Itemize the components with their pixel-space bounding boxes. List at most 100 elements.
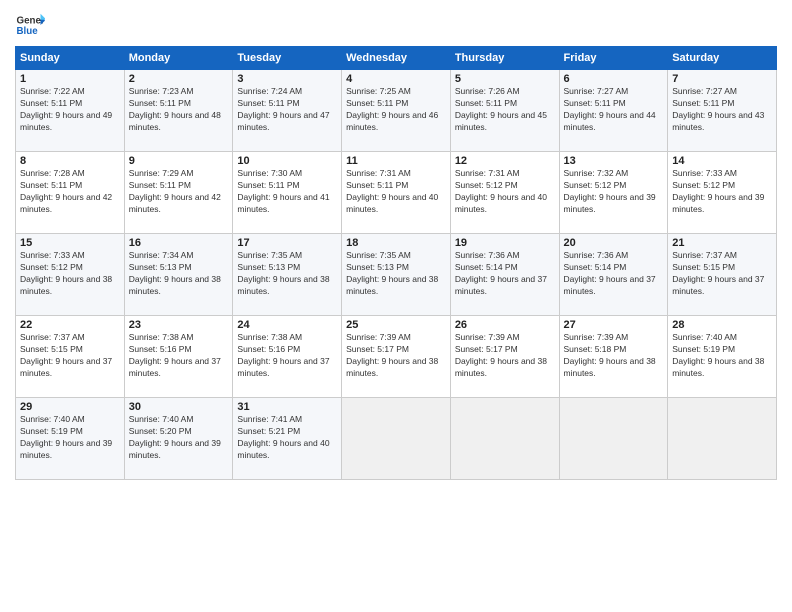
day-number: 14 xyxy=(672,155,772,167)
calendar-cell: 31Sunrise: 7:41 AM Sunset: 5:21 PM Dayli… xyxy=(233,398,342,480)
day-number: 16 xyxy=(129,237,229,249)
day-number: 10 xyxy=(237,155,337,167)
calendar-cell: 17Sunrise: 7:35 AM Sunset: 5:13 PM Dayli… xyxy=(233,234,342,316)
calendar-cell: 20Sunrise: 7:36 AM Sunset: 5:14 PM Dayli… xyxy=(559,234,668,316)
day-info: Sunrise: 7:40 AM Sunset: 5:20 PM Dayligh… xyxy=(129,414,229,462)
logo-icon: General Blue xyxy=(15,10,45,40)
day-info: Sunrise: 7:26 AM Sunset: 5:11 PM Dayligh… xyxy=(455,86,555,134)
day-number: 24 xyxy=(237,319,337,331)
day-number: 5 xyxy=(455,73,555,85)
day-number: 23 xyxy=(129,319,229,331)
day-info: Sunrise: 7:35 AM Sunset: 5:13 PM Dayligh… xyxy=(237,250,337,298)
day-of-week-header: Tuesday xyxy=(233,47,342,70)
day-number: 12 xyxy=(455,155,555,167)
day-of-week-header: Wednesday xyxy=(342,47,451,70)
day-info: Sunrise: 7:39 AM Sunset: 5:18 PM Dayligh… xyxy=(564,332,664,380)
calendar-week-row: 15Sunrise: 7:33 AM Sunset: 5:12 PM Dayli… xyxy=(16,234,777,316)
day-info: Sunrise: 7:36 AM Sunset: 5:14 PM Dayligh… xyxy=(564,250,664,298)
calendar-cell: 24Sunrise: 7:38 AM Sunset: 5:16 PM Dayli… xyxy=(233,316,342,398)
day-number: 11 xyxy=(346,155,446,167)
day-info: Sunrise: 7:40 AM Sunset: 5:19 PM Dayligh… xyxy=(20,414,120,462)
calendar-cell: 6Sunrise: 7:27 AM Sunset: 5:11 PM Daylig… xyxy=(559,70,668,152)
day-info: Sunrise: 7:22 AM Sunset: 5:11 PM Dayligh… xyxy=(20,86,120,134)
day-number: 31 xyxy=(237,401,337,413)
day-number: 15 xyxy=(20,237,120,249)
day-info: Sunrise: 7:24 AM Sunset: 5:11 PM Dayligh… xyxy=(237,86,337,134)
calendar-week-row: 1Sunrise: 7:22 AM Sunset: 5:11 PM Daylig… xyxy=(16,70,777,152)
calendar-cell xyxy=(668,398,777,480)
day-info: Sunrise: 7:32 AM Sunset: 5:12 PM Dayligh… xyxy=(564,168,664,216)
calendar-cell: 23Sunrise: 7:38 AM Sunset: 5:16 PM Dayli… xyxy=(124,316,233,398)
day-of-week-header: Monday xyxy=(124,47,233,70)
day-number: 7 xyxy=(672,73,772,85)
day-info: Sunrise: 7:31 AM Sunset: 5:11 PM Dayligh… xyxy=(346,168,446,216)
day-number: 27 xyxy=(564,319,664,331)
calendar-cell xyxy=(342,398,451,480)
day-number: 3 xyxy=(237,73,337,85)
calendar-header: SundayMondayTuesdayWednesdayThursdayFrid… xyxy=(16,47,777,70)
day-number: 21 xyxy=(672,237,772,249)
day-number: 13 xyxy=(564,155,664,167)
calendar-cell: 5Sunrise: 7:26 AM Sunset: 5:11 PM Daylig… xyxy=(450,70,559,152)
day-info: Sunrise: 7:38 AM Sunset: 5:16 PM Dayligh… xyxy=(129,332,229,380)
calendar-week-row: 8Sunrise: 7:28 AM Sunset: 5:11 PM Daylig… xyxy=(16,152,777,234)
calendar-cell: 4Sunrise: 7:25 AM Sunset: 5:11 PM Daylig… xyxy=(342,70,451,152)
calendar-cell: 3Sunrise: 7:24 AM Sunset: 5:11 PM Daylig… xyxy=(233,70,342,152)
calendar-cell: 9Sunrise: 7:29 AM Sunset: 5:11 PM Daylig… xyxy=(124,152,233,234)
day-number: 18 xyxy=(346,237,446,249)
day-number: 8 xyxy=(20,155,120,167)
day-number: 25 xyxy=(346,319,446,331)
day-info: Sunrise: 7:38 AM Sunset: 5:16 PM Dayligh… xyxy=(237,332,337,380)
day-info: Sunrise: 7:25 AM Sunset: 5:11 PM Dayligh… xyxy=(346,86,446,134)
day-info: Sunrise: 7:39 AM Sunset: 5:17 PM Dayligh… xyxy=(346,332,446,380)
day-info: Sunrise: 7:37 AM Sunset: 5:15 PM Dayligh… xyxy=(672,250,772,298)
day-number: 9 xyxy=(129,155,229,167)
day-number: 6 xyxy=(564,73,664,85)
day-info: Sunrise: 7:36 AM Sunset: 5:14 PM Dayligh… xyxy=(455,250,555,298)
day-of-week-header: Thursday xyxy=(450,47,559,70)
day-info: Sunrise: 7:41 AM Sunset: 5:21 PM Dayligh… xyxy=(237,414,337,462)
day-info: Sunrise: 7:33 AM Sunset: 5:12 PM Dayligh… xyxy=(672,168,772,216)
day-info: Sunrise: 7:33 AM Sunset: 5:12 PM Dayligh… xyxy=(20,250,120,298)
day-number: 17 xyxy=(237,237,337,249)
day-number: 28 xyxy=(672,319,772,331)
calendar: SundayMondayTuesdayWednesdayThursdayFrid… xyxy=(15,46,777,480)
svg-text:Blue: Blue xyxy=(17,26,39,37)
day-number: 19 xyxy=(455,237,555,249)
header-row: SundayMondayTuesdayWednesdayThursdayFrid… xyxy=(16,47,777,70)
day-info: Sunrise: 7:23 AM Sunset: 5:11 PM Dayligh… xyxy=(129,86,229,134)
calendar-cell: 10Sunrise: 7:30 AM Sunset: 5:11 PM Dayli… xyxy=(233,152,342,234)
day-number: 22 xyxy=(20,319,120,331)
calendar-cell: 16Sunrise: 7:34 AM Sunset: 5:13 PM Dayli… xyxy=(124,234,233,316)
calendar-cell: 21Sunrise: 7:37 AM Sunset: 5:15 PM Dayli… xyxy=(668,234,777,316)
day-of-week-header: Friday xyxy=(559,47,668,70)
calendar-cell: 12Sunrise: 7:31 AM Sunset: 5:12 PM Dayli… xyxy=(450,152,559,234)
calendar-cell: 13Sunrise: 7:32 AM Sunset: 5:12 PM Dayli… xyxy=(559,152,668,234)
calendar-cell: 28Sunrise: 7:40 AM Sunset: 5:19 PM Dayli… xyxy=(668,316,777,398)
calendar-cell: 14Sunrise: 7:33 AM Sunset: 5:12 PM Dayli… xyxy=(668,152,777,234)
calendar-cell: 11Sunrise: 7:31 AM Sunset: 5:11 PM Dayli… xyxy=(342,152,451,234)
day-of-week-header: Saturday xyxy=(668,47,777,70)
day-info: Sunrise: 7:30 AM Sunset: 5:11 PM Dayligh… xyxy=(237,168,337,216)
day-info: Sunrise: 7:37 AM Sunset: 5:15 PM Dayligh… xyxy=(20,332,120,380)
day-info: Sunrise: 7:31 AM Sunset: 5:12 PM Dayligh… xyxy=(455,168,555,216)
day-info: Sunrise: 7:40 AM Sunset: 5:19 PM Dayligh… xyxy=(672,332,772,380)
day-info: Sunrise: 7:29 AM Sunset: 5:11 PM Dayligh… xyxy=(129,168,229,216)
day-number: 29 xyxy=(20,401,120,413)
calendar-cell: 1Sunrise: 7:22 AM Sunset: 5:11 PM Daylig… xyxy=(16,70,125,152)
day-number: 1 xyxy=(20,73,120,85)
day-number: 2 xyxy=(129,73,229,85)
calendar-cell: 18Sunrise: 7:35 AM Sunset: 5:13 PM Dayli… xyxy=(342,234,451,316)
logo: General Blue xyxy=(15,10,49,40)
day-info: Sunrise: 7:39 AM Sunset: 5:17 PM Dayligh… xyxy=(455,332,555,380)
calendar-cell: 2Sunrise: 7:23 AM Sunset: 5:11 PM Daylig… xyxy=(124,70,233,152)
day-number: 30 xyxy=(129,401,229,413)
day-number: 26 xyxy=(455,319,555,331)
day-info: Sunrise: 7:34 AM Sunset: 5:13 PM Dayligh… xyxy=(129,250,229,298)
calendar-cell: 8Sunrise: 7:28 AM Sunset: 5:11 PM Daylig… xyxy=(16,152,125,234)
calendar-cell xyxy=(450,398,559,480)
calendar-cell xyxy=(559,398,668,480)
calendar-cell: 19Sunrise: 7:36 AM Sunset: 5:14 PM Dayli… xyxy=(450,234,559,316)
calendar-cell: 26Sunrise: 7:39 AM Sunset: 5:17 PM Dayli… xyxy=(450,316,559,398)
day-info: Sunrise: 7:35 AM Sunset: 5:13 PM Dayligh… xyxy=(346,250,446,298)
